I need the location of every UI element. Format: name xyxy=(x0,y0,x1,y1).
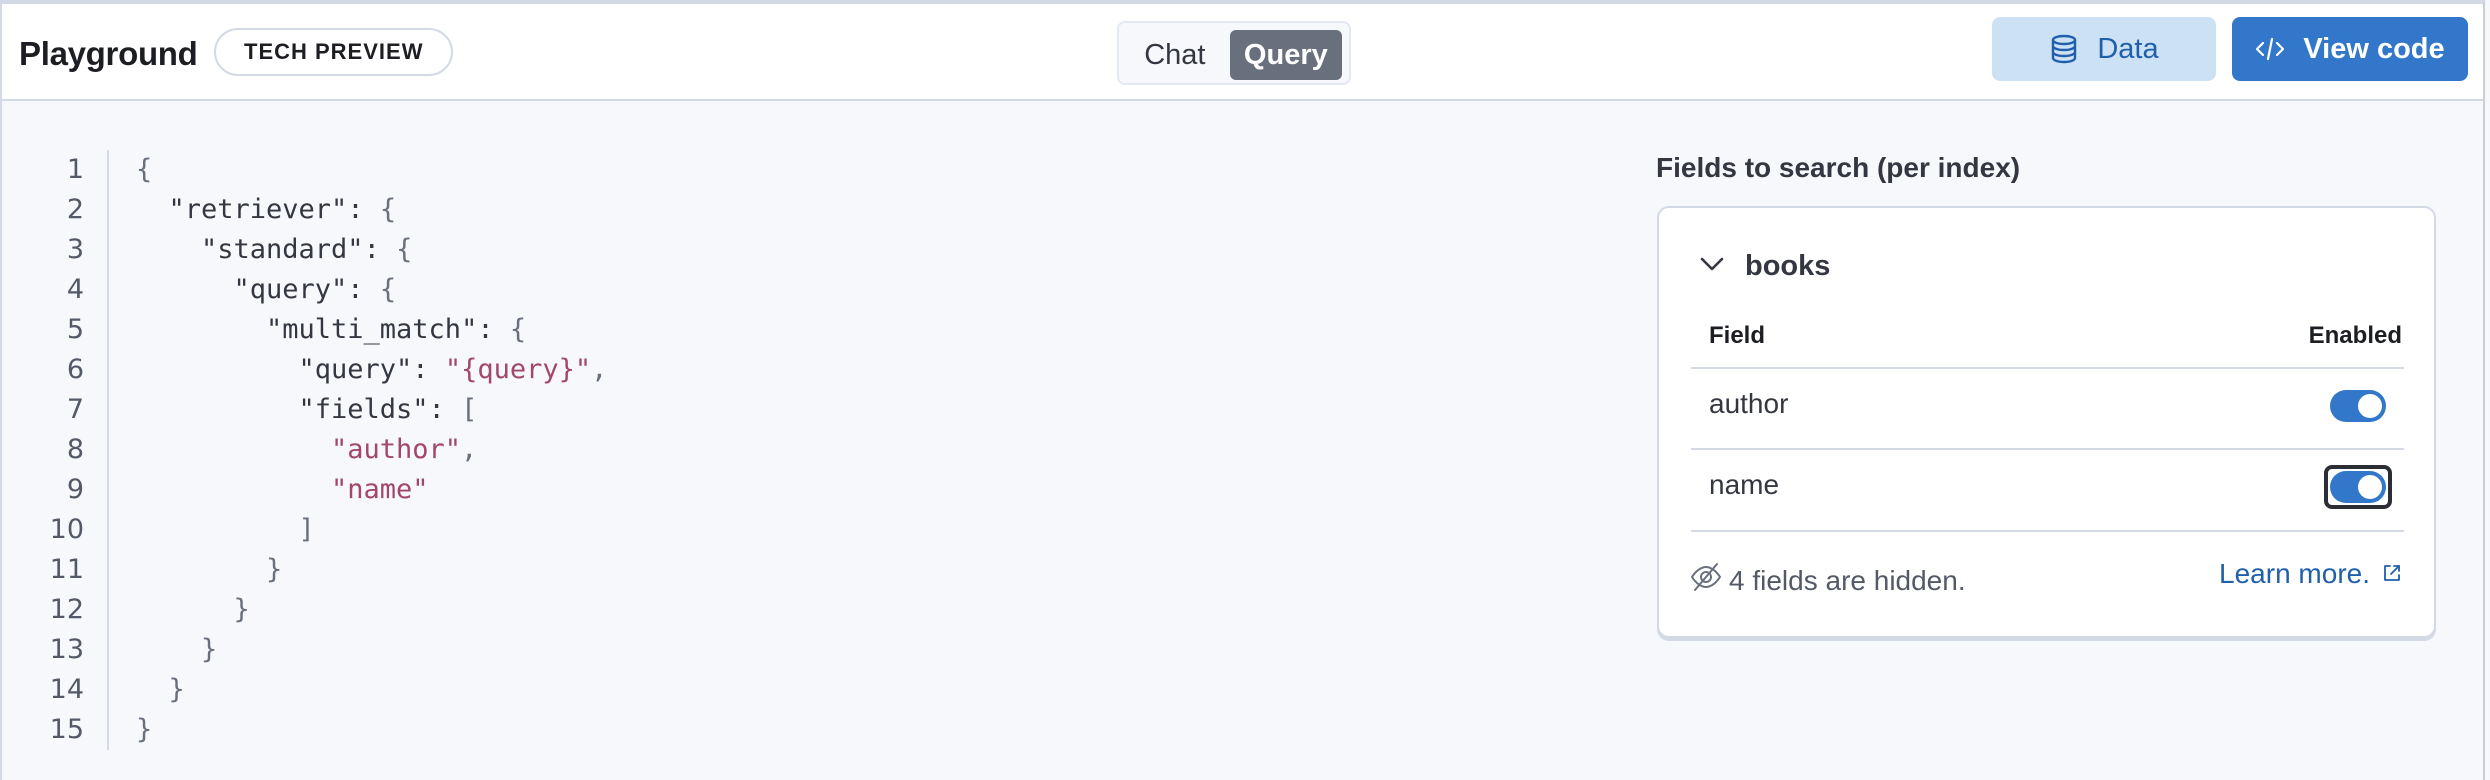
learn-more-link[interactable]: Learn more. xyxy=(2219,558,2402,590)
key-token: "retriever" xyxy=(168,194,348,225)
punctuation-token: } xyxy=(136,714,153,745)
tab-query[interactable]: Query xyxy=(1229,30,1342,80)
switch-knob xyxy=(2358,394,2382,418)
line-number: 6 xyxy=(66,354,84,385)
punctuation-token: { xyxy=(136,154,153,185)
field-name: author xyxy=(1709,388,1789,419)
code-text: ] xyxy=(299,510,315,550)
tab-chat[interactable]: Chat xyxy=(1126,30,1224,80)
code-text: } xyxy=(201,630,217,670)
line-number: 1 xyxy=(66,154,84,185)
code-text: "name" xyxy=(331,470,429,510)
index-fields-card: books Field Enabled author name 4 fields… xyxy=(1657,206,2436,638)
punctuation-token: { xyxy=(379,274,397,305)
punctuation-token: { xyxy=(509,314,527,345)
code-text: } xyxy=(136,710,152,750)
line-number: 7 xyxy=(66,394,84,425)
page-title: Playground xyxy=(19,35,198,72)
line-number: 8 xyxy=(66,434,84,465)
table-divider xyxy=(1691,367,2404,369)
line-number: 11 xyxy=(49,554,84,585)
punctuation-token: } xyxy=(201,634,218,665)
mode-toggle-group: Chat Query xyxy=(1117,21,1351,85)
table-divider xyxy=(1691,530,2404,532)
view-code-button[interactable]: View code xyxy=(2232,17,2468,81)
punctuation-token: } xyxy=(168,674,185,705)
key-token: : xyxy=(363,234,397,265)
punctuation-token: ] xyxy=(298,514,315,545)
line-number: 4 xyxy=(66,274,84,305)
key-token: : xyxy=(428,394,462,425)
hidden-fields-info: 4 fields are hidden. xyxy=(1689,562,1966,599)
code-text: } xyxy=(169,670,185,710)
key-token: : xyxy=(347,194,380,225)
code-text: "author", xyxy=(331,430,477,470)
line-number: 5 xyxy=(66,314,84,345)
database-icon xyxy=(2049,34,2079,64)
tech-preview-badge: TECH PREVIEW xyxy=(214,28,454,76)
key-token: "multi_match" xyxy=(266,314,478,345)
query-code-editor[interactable]: 1{2 "retriever": {3 "standard": {4 "query":… xyxy=(2,150,1002,750)
code-text: "standard": { xyxy=(201,230,412,270)
data-button-label: Data xyxy=(2097,32,2159,65)
string-token: "author" xyxy=(331,434,462,465)
key-token: "query" xyxy=(298,354,413,385)
line-number: 12 xyxy=(49,594,84,625)
line-number: 3 xyxy=(66,234,84,265)
code-text: "query": { xyxy=(234,270,397,310)
external-link-icon xyxy=(2382,558,2402,590)
key-token: "query" xyxy=(233,274,348,305)
index-accordion-toggle[interactable]: books xyxy=(1699,250,1830,283)
code-text: } xyxy=(266,550,282,590)
line-number: 10 xyxy=(49,514,84,545)
punctuation-token: { xyxy=(379,194,397,225)
punctuation-token: } xyxy=(266,554,283,585)
chevron-down-icon xyxy=(1699,256,1725,277)
punctuation-token: } xyxy=(233,594,250,625)
punctuation-token: , xyxy=(591,354,608,385)
fields-panel-title: Fields to search (per index) xyxy=(1656,152,2021,183)
gutter-divider xyxy=(107,150,109,750)
code-text: } xyxy=(234,590,250,630)
column-header-field: Field xyxy=(1709,322,1766,349)
punctuation-token: { xyxy=(396,234,413,265)
code-text: "multi_match": { xyxy=(266,310,526,350)
switch-knob xyxy=(2358,475,2382,499)
line-number: 15 xyxy=(49,714,84,745)
punctuation-token: [ xyxy=(461,394,478,425)
string-token: "name" xyxy=(331,474,429,505)
table-divider xyxy=(1691,448,2404,450)
punctuation-token: , xyxy=(461,434,478,465)
key-token: : xyxy=(477,314,510,345)
string-token: "{query}" xyxy=(444,354,592,385)
hidden-fields-text: 4 fields are hidden. xyxy=(1729,564,1966,596)
learn-more-label: Learn more. xyxy=(2219,558,2370,589)
line-number: 9 xyxy=(66,474,84,505)
key-token: : xyxy=(412,354,445,385)
key-token: "standard" xyxy=(201,234,364,265)
field-name: name xyxy=(1709,469,1780,500)
line-number: 13 xyxy=(49,634,84,665)
code-icon xyxy=(2255,36,2285,62)
key-token: "fields" xyxy=(298,394,429,425)
line-number: 14 xyxy=(49,674,84,705)
index-name: books xyxy=(1745,250,1831,282)
code-text: "query": "{query}", xyxy=(299,350,608,390)
line-number: 2 xyxy=(66,194,84,225)
data-button[interactable]: Data xyxy=(1992,17,2216,81)
field-enabled-switch[interactable] xyxy=(2330,471,2386,503)
view-code-label: View code xyxy=(2303,32,2445,65)
code-text: "retriever": { xyxy=(169,190,397,230)
code-text: "fields": [ xyxy=(299,390,478,430)
key-token: : xyxy=(347,274,380,305)
field-enabled-switch[interactable] xyxy=(2330,390,2386,422)
column-header-enabled: Enabled xyxy=(2308,322,2402,349)
code-text: { xyxy=(136,150,152,190)
eye-closed-icon xyxy=(1689,562,1723,599)
